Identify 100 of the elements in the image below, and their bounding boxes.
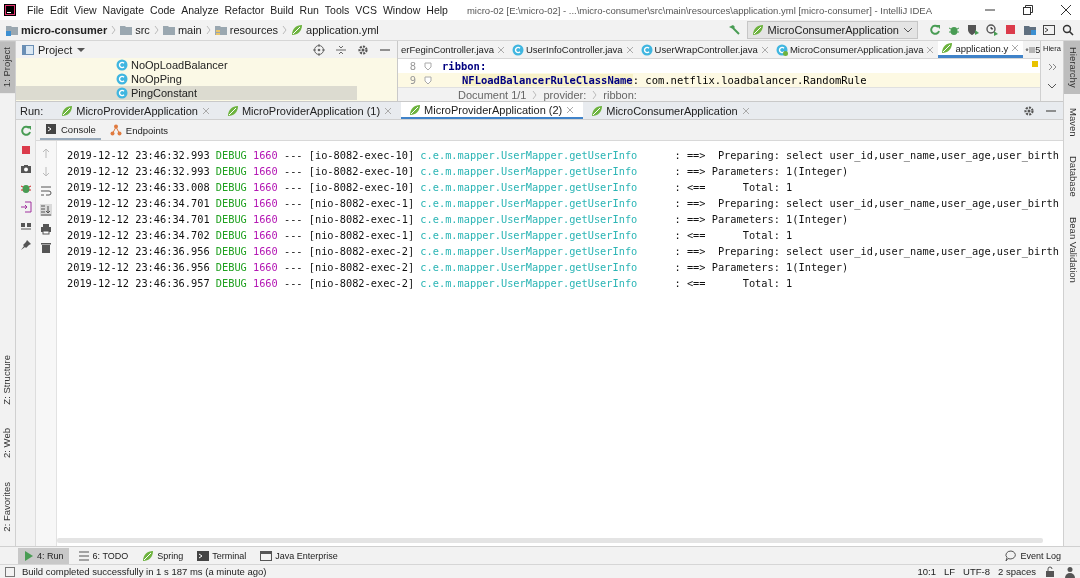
- tool-window-tab[interactable]: Maven: [1064, 101, 1080, 143]
- log-message: : ==> Preparing: select user_id,user_name,user_age,user_birth: [674, 197, 1059, 209]
- status-item[interactable]: 10:1: [917, 566, 936, 577]
- window-title: micro-02 [E:\micro-02] - ...\micro-consumer\src\main\resources\application.yml [micro-consumer] - IntelliJ IDEA: [466, 4, 932, 16]
- editor-tab[interactable]: UserInfoController.java: [508, 41, 638, 58]
- menu-item[interactable]: Build: [267, 4, 297, 16]
- menu-item[interactable]: Window: [379, 4, 424, 16]
- run-label: Run:: [20, 104, 44, 117]
- log-timestamp: 2019-12-12 23:46:34.701: [67, 213, 210, 225]
- status-item[interactable]: UTF-8: [963, 566, 990, 577]
- log-level: DEBUG: [215, 181, 247, 193]
- log-message: : ==> Preparing: select user_id,user_name,user_age,user_birth: [674, 149, 1059, 161]
- log-separator: ---: [283, 213, 303, 225]
- tool-window-button[interactable]: Spring: [137, 547, 189, 564]
- tool-window-tab[interactable]: 2: Favorites: [0, 476, 15, 538]
- console-tab[interactable]: Console: [40, 120, 101, 140]
- tool-window-button[interactable]: 4: Run: [18, 547, 69, 564]
- process-id: 1660: [252, 277, 278, 289]
- run-tab[interactable]: MicroProviderApplication: [53, 102, 219, 119]
- menu-item[interactable]: VCS: [352, 4, 380, 16]
- breadcrumb[interactable]: resources: [214, 24, 278, 36]
- menu-item[interactable]: Help: [423, 4, 451, 16]
- tree-item[interactable]: NoOpPing: [16, 72, 397, 86]
- process-id: 1660: [252, 213, 278, 225]
- log-level: DEBUG: [215, 261, 247, 273]
- log-timestamp: 2019-12-12 23:46:36.956: [67, 245, 210, 257]
- status-message: Build completed successfully in 1 s 187 ms (a minute ago): [22, 566, 267, 577]
- breadcrumb[interactable]: Document 1/1: [458, 88, 527, 101]
- log-timestamp: 2019-12-12 23:46:32.993: [67, 165, 210, 177]
- editor-tab[interactable]: application.y: [938, 41, 1024, 58]
- line-number: 9: [408, 74, 416, 86]
- log-message: : <== Total: 1: [674, 277, 793, 289]
- panel-title-dropdown[interactable]: Project: [22, 43, 87, 56]
- tool-window-button[interactable]: Terminal: [192, 547, 252, 564]
- menu-item[interactable]: Code: [147, 4, 179, 16]
- menu-item[interactable]: Navigate: [99, 4, 148, 16]
- line-number: 8: [408, 60, 416, 72]
- process-id: 1660: [252, 181, 278, 193]
- run-configuration-dropdown[interactable]: MicroConsumerApplication: [746, 21, 918, 39]
- breadcrumb[interactable]: src: [120, 24, 150, 36]
- log-message: : ==> Parameters: 1(Integer): [674, 261, 849, 273]
- log-level: DEBUG: [215, 277, 247, 289]
- editor-tab[interactable]: erFeginController.java: [398, 41, 509, 58]
- breadcrumb[interactable]: micro-consumer: [6, 24, 108, 36]
- log-separator: ---: [283, 277, 303, 289]
- console-tab[interactable]: Endpoints: [104, 120, 174, 140]
- run-tab[interactable]: MicroProviderApplication (2): [401, 102, 584, 119]
- process-id: 1660: [252, 197, 278, 209]
- log-level: DEBUG: [215, 165, 247, 177]
- log-separator: ---: [283, 149, 303, 161]
- tool-window-tab[interactable]: Bean Validation: [1064, 210, 1080, 289]
- breadcrumb[interactable]: application.yml: [291, 24, 379, 36]
- status-item[interactable]: LF: [943, 566, 956, 577]
- tool-window-tab[interactable]: 2: Web: [0, 422, 15, 465]
- tree-item[interactable]: PingConstant: [16, 86, 357, 100]
- logger-name: c.e.m.mapper.UserMapper.getUserInfo: [420, 229, 639, 241]
- logger-name: c.e.m.mapper.UserMapper.getUserInfo: [420, 261, 639, 273]
- log-timestamp: 2019-12-12 23:46:32.993: [67, 149, 210, 161]
- tool-window-tab[interactable]: Z: Structure: [0, 348, 15, 411]
- menu-item[interactable]: View: [71, 4, 100, 16]
- menu-item[interactable]: Run: [296, 4, 322, 16]
- thread-name: [io-8082-exec-10]: [308, 149, 415, 161]
- log-message: : ==> Parameters: 1(Integer): [674, 213, 849, 225]
- yaml-key: ribbon:: [442, 60, 487, 72]
- breadcrumb[interactable]: main: [162, 24, 202, 36]
- tab-overflow-button[interactable]: 5: [1023, 44, 1041, 55]
- menu-item[interactable]: File: [24, 4, 47, 16]
- logger-name: c.e.m.mapper.UserMapper.getUserInfo: [420, 277, 639, 289]
- breadcrumb[interactable]: ribbon:: [603, 88, 637, 101]
- menu-item[interactable]: Analyze: [178, 4, 222, 16]
- run-tab[interactable]: MicroConsumerApplication: [583, 102, 759, 119]
- tool-window-button[interactable]: Java Enterprise: [255, 547, 343, 564]
- log-message: : ==> Preparing: select user_id,user_name,user_age,user_birth: [674, 245, 1059, 257]
- editor-tab[interactable]: MicroConsumerApplication.java: [772, 41, 939, 58]
- tree-item[interactable]: NoOpLoadBalancer: [16, 58, 397, 72]
- status-item[interactable]: 2 spaces: [997, 566, 1036, 577]
- log-level: DEBUG: [215, 229, 247, 241]
- editor-tab[interactable]: UserWrapController.java: [637, 41, 773, 58]
- event-log-button[interactable]: Event Log: [1000, 547, 1066, 564]
- logger-name: c.e.m.mapper.UserMapper.getUserInfo: [420, 149, 639, 161]
- tool-window-tab[interactable]: 1: Project: [0, 41, 15, 94]
- logger-name: c.e.m.mapper.UserMapper.getUserInfo: [420, 197, 639, 209]
- breadcrumb[interactable]: provider:: [543, 88, 587, 101]
- menu-item[interactable]: Refactor: [221, 4, 268, 16]
- run-tab[interactable]: MicroProviderApplication (1): [218, 102, 402, 119]
- menu-item[interactable]: Tools: [321, 4, 353, 16]
- log-message: : <== Total: 1: [674, 181, 793, 193]
- log-timestamp: 2019-12-12 23:46:34.701: [67, 197, 210, 209]
- thread-name: [nio-8082-exec-1]: [308, 229, 415, 241]
- log-timestamp: 2019-12-12 23:46:34.702: [67, 229, 210, 241]
- menu-item[interactable]: Edit: [46, 4, 71, 16]
- log-level: DEBUG: [215, 213, 247, 225]
- log-timestamp: 2019-12-12 23:46:36.957: [67, 277, 210, 289]
- log-separator: ---: [283, 165, 303, 177]
- thread-name: [io-8082-exec-10]: [308, 165, 415, 177]
- tool-window-tab[interactable]: Hierarchy: [1064, 41, 1080, 94]
- tool-window-tab[interactable]: Database: [1064, 150, 1080, 203]
- logger-name: c.e.m.mapper.UserMapper.getUserInfo: [420, 245, 639, 257]
- process-id: 1660: [252, 149, 278, 161]
- tool-window-button[interactable]: 6: TODO: [72, 547, 134, 564]
